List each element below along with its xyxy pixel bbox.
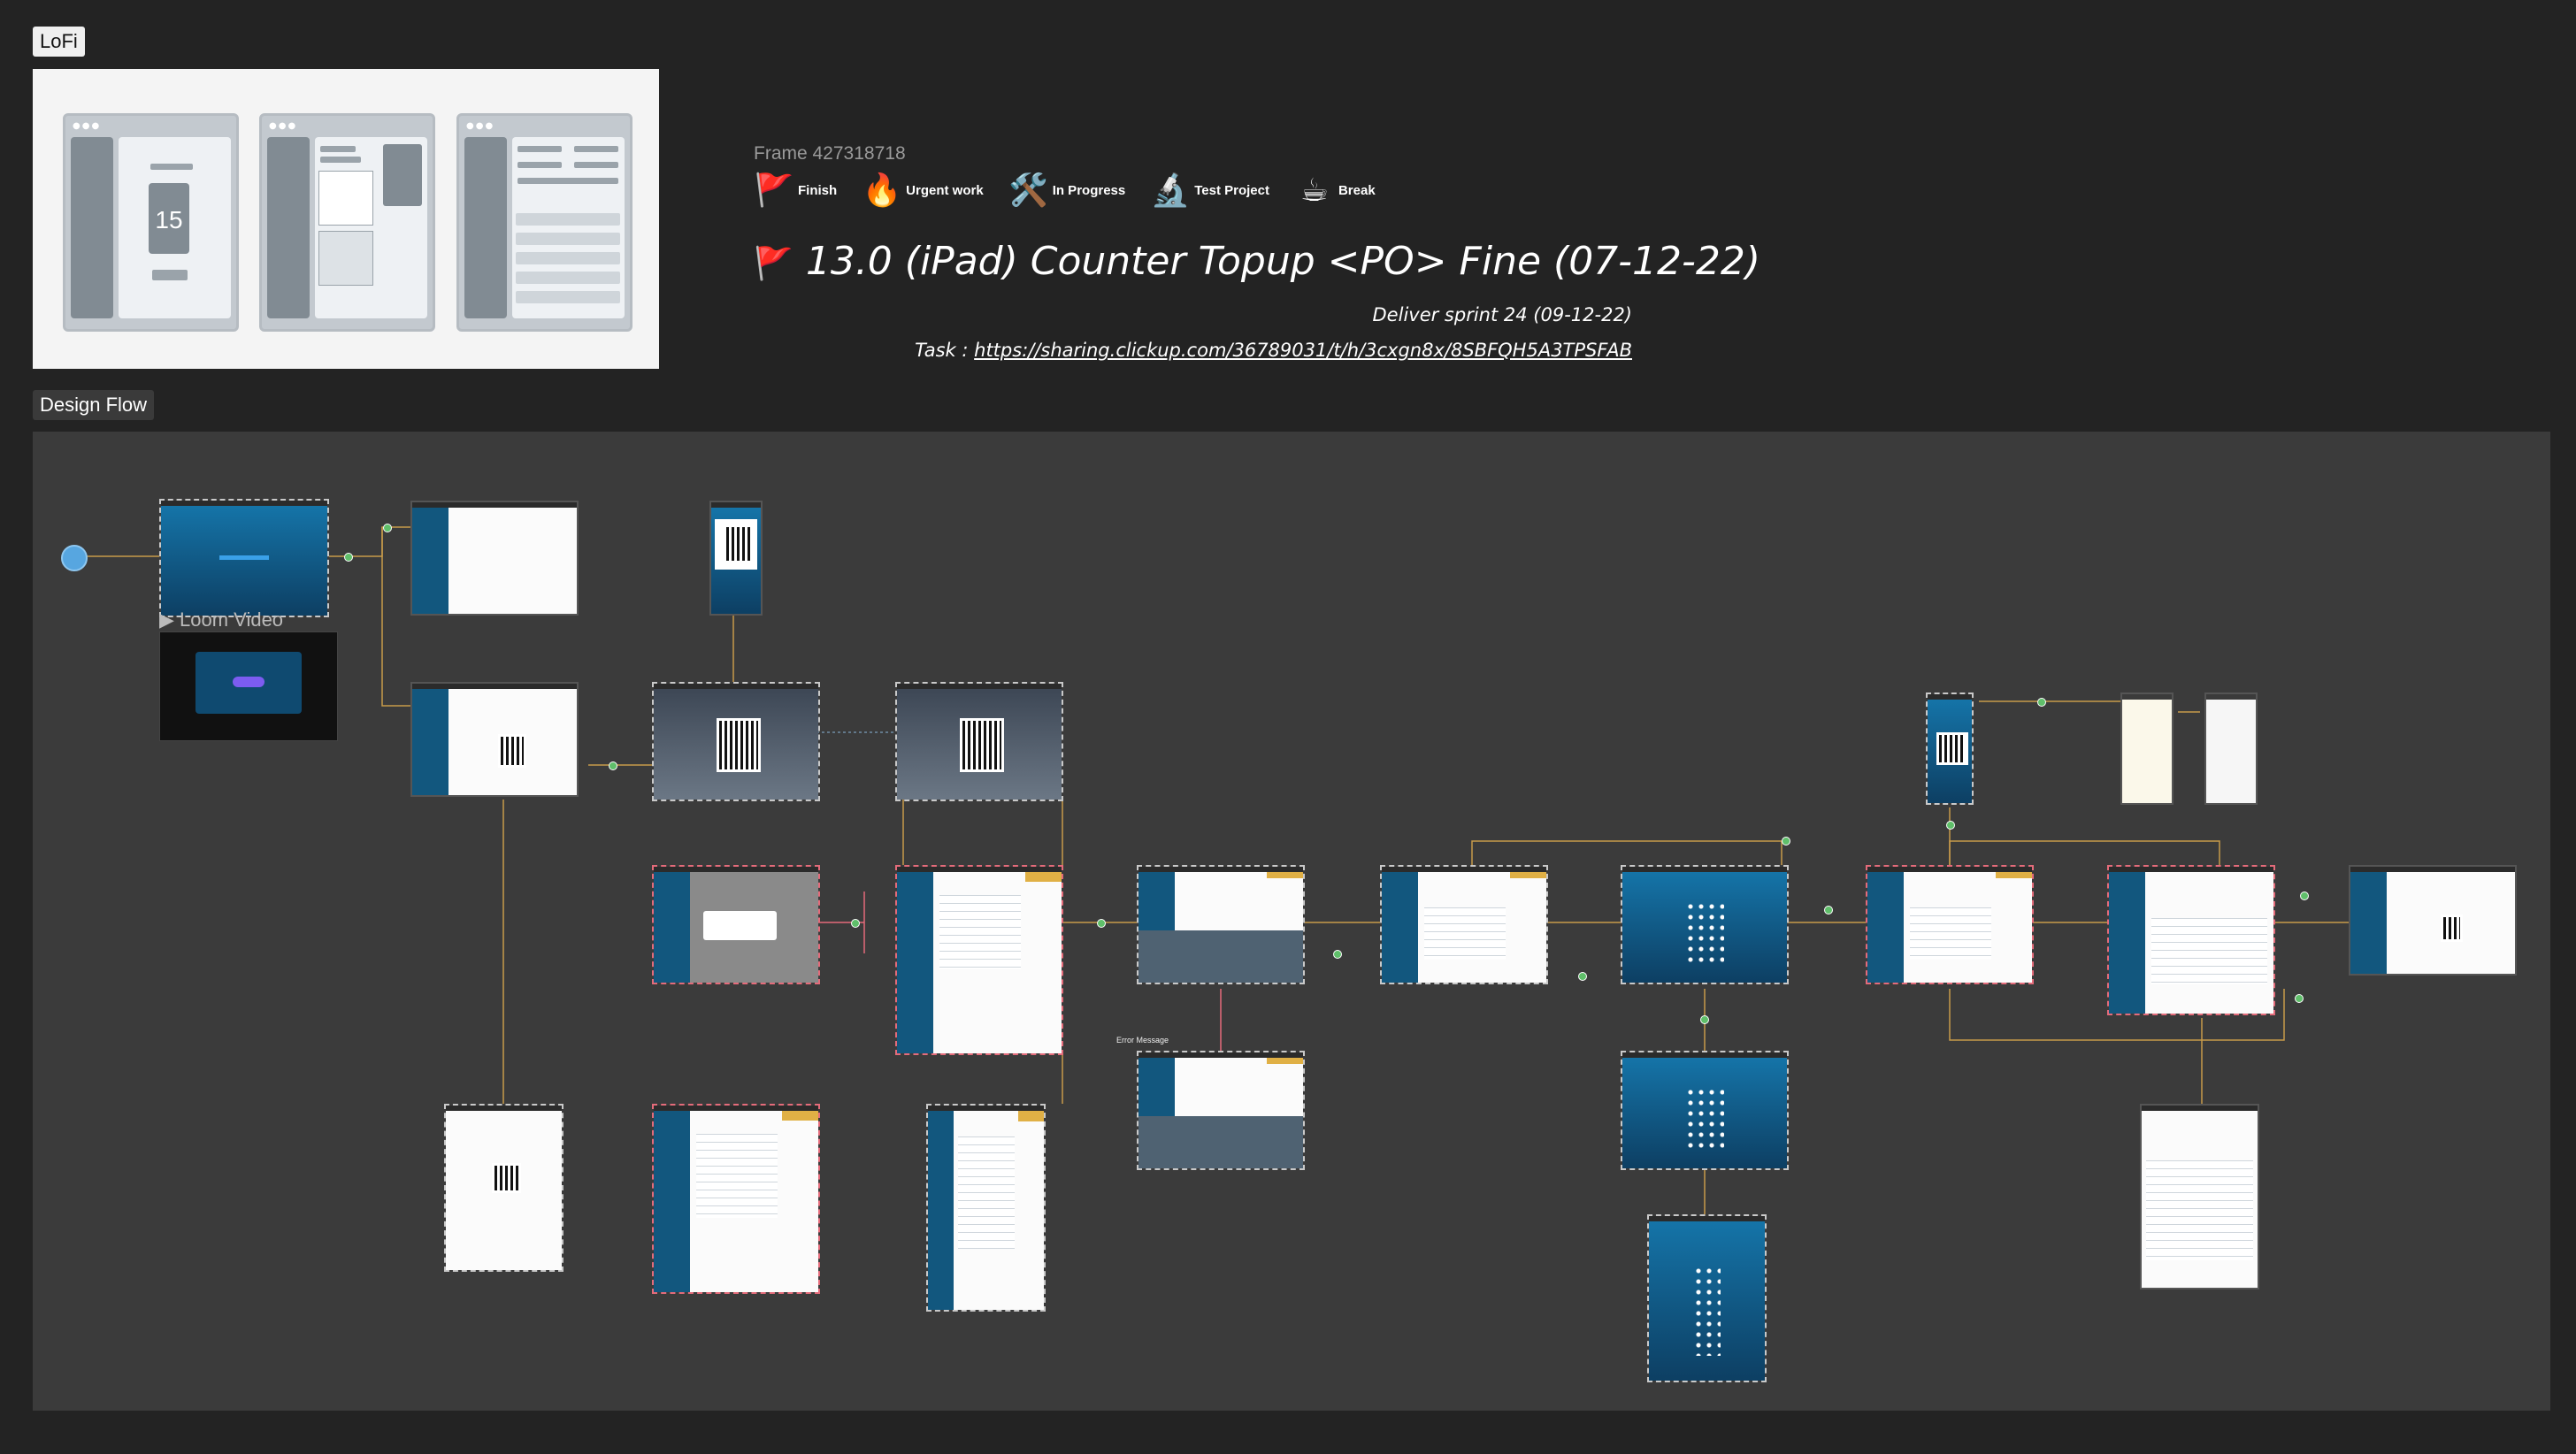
screen-qr-photo-2[interactable] xyxy=(895,682,1063,801)
screen-dialog[interactable] xyxy=(652,865,820,984)
connector-dot xyxy=(1333,950,1342,959)
legend-item-in-progress: 🛠️ In Progress xyxy=(1008,172,1126,209)
lofi-wireframe-3: ●●● xyxy=(456,113,632,332)
microscope-icon: 🔬 xyxy=(1150,172,1191,209)
screen-pin-pad[interactable] xyxy=(1621,865,1789,984)
screen-table-list[interactable] xyxy=(2107,865,2275,1015)
tools-icon: 🛠️ xyxy=(1008,172,1049,209)
loom-video-label[interactable]: ▶ Loom Video xyxy=(159,608,283,631)
title-text: 13.0 (iPad) Counter Topup <PO> Fine (07-… xyxy=(805,239,1761,284)
error-message-label: Error Message xyxy=(1116,1036,1169,1045)
screen-qr-print-mobile[interactable] xyxy=(444,1104,564,1272)
connector-dot xyxy=(2295,994,2304,1003)
red-flag-icon: 🚩 xyxy=(754,246,794,282)
legend-label: Break xyxy=(1338,182,1376,198)
screen-form-detail[interactable] xyxy=(895,865,1063,1055)
screen-login[interactable] xyxy=(159,499,329,617)
screen-keyboard-form[interactable] xyxy=(1137,865,1305,984)
screen-pin-pad-2[interactable] xyxy=(1621,1051,1789,1170)
frame-label: Frame 427318718 xyxy=(754,143,906,164)
status-legend: 🚩 Finish 🔥 Urgent work 🛠️ In Progress 🔬 … xyxy=(754,170,1400,210)
lofi-preview-panel: ●●● 15 ●●● ●●● xyxy=(33,69,659,369)
legend-item-finish: 🚩 Finish xyxy=(754,172,838,209)
connector-dot xyxy=(1578,972,1587,981)
screen-receipt[interactable] xyxy=(2349,865,2517,976)
connector-dot xyxy=(2037,698,2046,707)
lofi-wireframe-2: ●●● xyxy=(259,113,435,332)
screen-slip-2[interactable] xyxy=(2204,693,2258,805)
connector-dot xyxy=(1946,821,1955,830)
lofi-section-tag: LoFi xyxy=(33,27,85,57)
screen-table-portrait[interactable] xyxy=(2140,1104,2259,1289)
task-prefix: Task : xyxy=(915,340,975,361)
connector-dot xyxy=(1700,1015,1709,1024)
connector-dot xyxy=(1097,919,1106,928)
screen-qr-photo-1[interactable] xyxy=(652,682,820,801)
play-icon: ▶ xyxy=(159,608,180,631)
task-link[interactable]: https://sharing.clickup.com/36789031/t/h… xyxy=(974,340,1632,361)
legend-label: Test Project xyxy=(1194,182,1269,198)
legend-item-urgent: 🔥 Urgent work xyxy=(862,172,984,209)
design-flow-canvas: ▶ Loom Video Error Message xyxy=(33,432,2550,1411)
screen-receipt-mobile[interactable] xyxy=(1926,693,1974,805)
connector-dot xyxy=(383,524,392,532)
lofi-number: 15 xyxy=(149,183,189,254)
screen-form-portrait-2[interactable] xyxy=(926,1104,1046,1312)
red-flag-icon: 🚩 xyxy=(754,172,794,209)
lofi-wireframe-1: ●●● 15 xyxy=(63,113,239,332)
loom-video-thumbnail[interactable] xyxy=(159,631,338,741)
screen-mobile-qr[interactable] xyxy=(709,501,763,616)
task-line: Task : https://sharing.clickup.com/36789… xyxy=(915,340,1632,361)
legend-item-break: ☕ Break xyxy=(1294,172,1376,209)
screen-form-portrait-1[interactable] xyxy=(652,1104,820,1294)
connector-dot xyxy=(1782,837,1790,846)
connector-dot xyxy=(1824,906,1833,914)
design-flow-section-tag: Design Flow xyxy=(33,390,155,420)
flow-start-node[interactable] xyxy=(61,545,88,571)
connector-dot xyxy=(344,553,353,562)
sprint-subtitle: Deliver sprint 24 (09-12-22) xyxy=(1372,304,1632,325)
screen-pin-pad-portrait[interactable] xyxy=(1647,1214,1767,1382)
screen-form-filled[interactable] xyxy=(1380,865,1548,984)
legend-label: Finish xyxy=(798,182,838,198)
legend-label: Urgent work xyxy=(906,182,984,198)
screen-home[interactable] xyxy=(410,501,579,616)
legend-label: In Progress xyxy=(1052,182,1126,198)
screen-keyboard-error[interactable] xyxy=(1137,1051,1305,1170)
connector-dot xyxy=(609,761,617,770)
page-title: 🚩 13.0 (iPad) Counter Topup <PO> Fine (0… xyxy=(754,239,1760,284)
coffee-icon: ☕ xyxy=(1300,172,1330,209)
fire-icon: 🔥 xyxy=(862,172,902,209)
connector-dot xyxy=(2300,892,2309,900)
legend-item-test-project: 🔬 Test Project xyxy=(1150,172,1269,209)
screen-topup-qr-form[interactable] xyxy=(410,682,579,797)
screen-result-form[interactable] xyxy=(1866,865,2034,984)
screen-slip-1[interactable] xyxy=(2120,693,2174,805)
connector-dot xyxy=(851,919,860,928)
